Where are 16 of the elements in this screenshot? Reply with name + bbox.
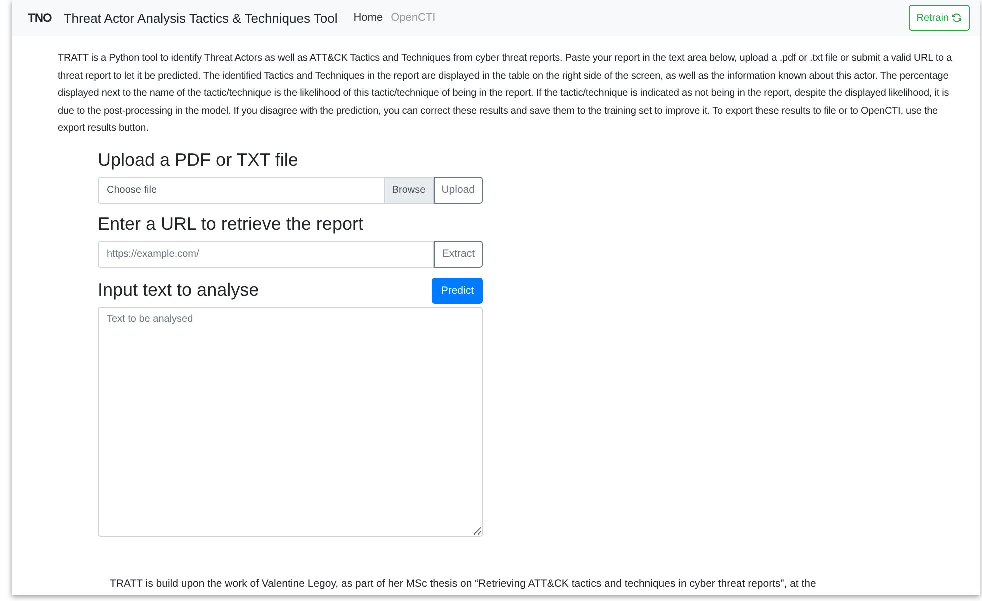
credits-text: TRATT is build upon the work of Valentine Legoy, as part of her MSc thesis on “Retrieving ATT&CK tactics and techniques in cyber threat reports”, at the bbox=[110, 576, 818, 591]
nav-link[interactable]: Home bbox=[354, 12, 384, 24]
url-input[interactable]: https://example.com/ bbox=[98, 240, 434, 268]
file-input[interactable]: Choose file Browse bbox=[98, 176, 434, 204]
section-heading: Enter a URL to retrieve the report bbox=[98, 214, 364, 235]
app-title[interactable]: Threat Actor Analysis Tactics & Techniques Tool bbox=[64, 10, 338, 26]
predict-button[interactable]: Predict bbox=[432, 278, 483, 304]
report-textarea[interactable]: Text to be analysed bbox=[98, 306, 483, 537]
upload-button[interactable]: Upload bbox=[434, 176, 483, 204]
logo[interactable]: TNO bbox=[28, 11, 52, 25]
extract-button[interactable]: Extract bbox=[434, 240, 483, 268]
intro-paragraph: TRATT is a Python tool to identify Threat Actors as well as ATT&CK Tactics and Techniques from cyber threat reports. Paste your report in the text area below, upload a .pdf or .txt file or submit a valid URL to a threat report to let it be predicted. The identified Tactics and Techniques in the report are displayed in the table on the right side of the screen, as well as the information known about this actor. The percentage displayed next to the name of the tactic/technique is the likelihood of this tactic/technique of being in the report. If the tactic/technique is indicated as not being in the report, despite the displayed likelihood, it is due to the post-processing in the model. If you disagree with the prediction, you can correct these results and save them to the training set to improve it. To export these results to file or to OpenCTI, use the export results button. bbox=[58, 52, 954, 136]
section-heading: Input text to analyse bbox=[98, 280, 260, 302]
refresh-icon bbox=[952, 13, 962, 23]
section-heading: Upload a PDF or TXT file bbox=[98, 150, 300, 171]
browse-label[interactable]: Browse bbox=[384, 178, 433, 203]
